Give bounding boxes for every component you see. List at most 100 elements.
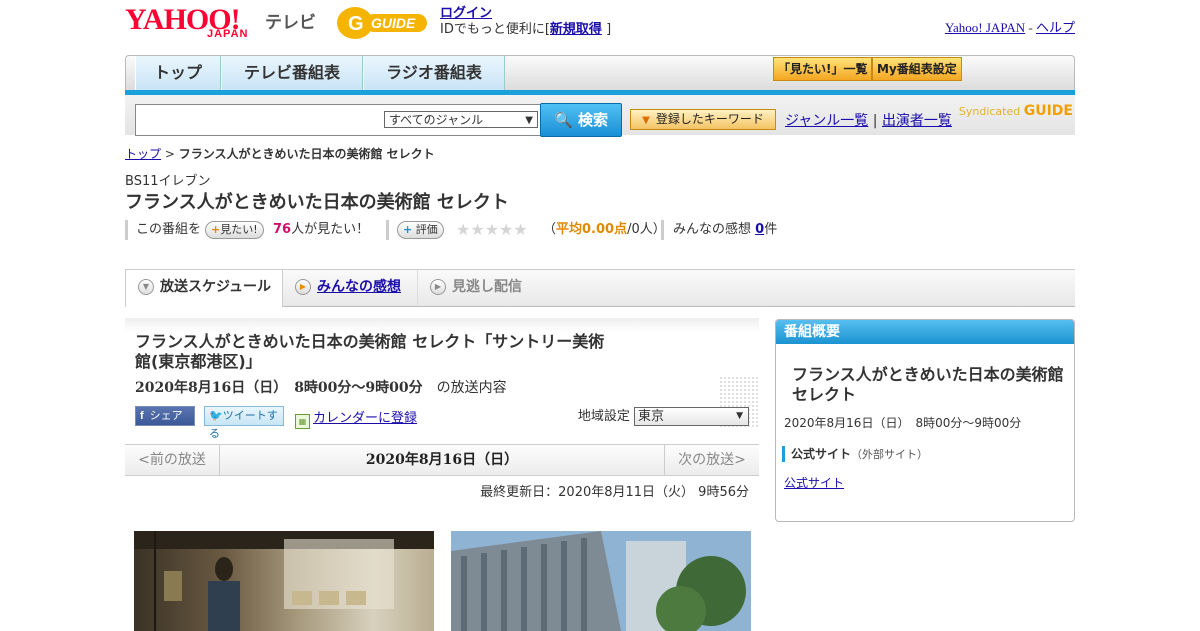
- program-summary-title: フランス人がときめいた日本の美術館 セレクト: [792, 365, 1064, 404]
- channel-name: BS11イレブン: [125, 174, 211, 189]
- nav-tab-tv-schedule[interactable]: テレビ番組表: [221, 56, 363, 90]
- program-summary-heading: 番組概要: [776, 320, 1074, 344]
- tab-schedule[interactable]: ▼ 放送スケジュール: [125, 270, 283, 307]
- current-broadcast-date: 2020年8月16日（日）: [365, 452, 519, 468]
- page-title: フランス人がときめいた日本の美術館 セレクト: [125, 192, 509, 213]
- breadcrumb-top-link[interactable]: トップ: [125, 147, 161, 161]
- region-setting: 地域設定 東京 ▼: [578, 405, 749, 426]
- plus-icon: +: [403, 223, 413, 236]
- yahoo-japan-link[interactable]: Yahoo! JAPAN: [945, 20, 1025, 35]
- average-rating: （平均0.00点/0人）: [543, 220, 666, 240]
- chevron-down-icon: ▼: [736, 411, 743, 421]
- syndicated-badge: Syndicated GUIDE: [959, 103, 1073, 119]
- search-links: ジャンル一覧 | 出演者一覧: [785, 110, 952, 130]
- stats-divider: [386, 220, 389, 240]
- region-select[interactable]: 東京 ▼: [634, 407, 749, 426]
- stats-divider: [125, 220, 128, 240]
- next-broadcast-button[interactable]: 次の放送>: [664, 445, 759, 475]
- genre-list-link[interactable]: ジャンル一覧: [785, 113, 868, 129]
- program-tabs: ▼ 放送スケジュール ▶ みんなの感想 ▶ 見逃し配信: [125, 269, 1075, 307]
- syndicated-label: Syndicated: [958, 105, 1021, 118]
- register-link[interactable]: 新規取得: [550, 22, 602, 37]
- gguide-logo-text: GUIDE: [371, 15, 416, 31]
- program-photo-building: [451, 531, 751, 631]
- official-site-title: 公式サイト: [791, 447, 852, 461]
- tab-missed[interactable]: ▶ 見逃し配信: [417, 270, 552, 306]
- facebook-share-button[interactable]: f シェア: [135, 406, 195, 426]
- average-score: 平均0.00点: [556, 222, 628, 237]
- program-summary-panel: 番組概要 フランス人がときめいた日本の美術館 セレクト 2020年8月16日（日…: [775, 319, 1075, 522]
- search-bar: すべてのジャンル ▼ 🔍 検索 ▼ 登録したキーワード ジャンル一覧 | 出演者一…: [125, 95, 1075, 137]
- facebook-icon: f: [140, 410, 144, 422]
- top-links: Yahoo! JAPAN - ヘルプ: [945, 17, 1075, 36]
- help-link[interactable]: ヘルプ: [1036, 20, 1075, 35]
- svg-text:G: G: [348, 13, 364, 35]
- rate-button[interactable]: + 評価: [397, 221, 444, 239]
- genre-select[interactable]: すべてのジャンル ▼: [384, 111, 538, 128]
- main-nav: トップ テレビ番組表 ラジオ番組表 「見たい!」一覧 My番組表設定: [125, 55, 1075, 91]
- want-to-watch-button[interactable]: +見たい!: [205, 221, 264, 239]
- official-site-heading: 公式サイト（外部サイト）: [782, 446, 928, 462]
- tab-missed-label: 見逃し配信: [452, 279, 522, 295]
- tv-label[interactable]: テレビ: [265, 8, 316, 33]
- breadcrumb-sep: >: [164, 147, 175, 161]
- login-sub-suffix: ]: [606, 22, 612, 37]
- yahoo-japan-label: JAPAN: [207, 28, 249, 40]
- twitter-icon: 🐦: [209, 409, 223, 422]
- my-schedule-button[interactable]: My番組表設定: [872, 57, 962, 81]
- breadcrumb-current: フランス人がときめいた日本の美術館 セレクト: [178, 147, 435, 161]
- search-button[interactable]: 🔍 検索: [540, 103, 622, 137]
- official-site-subtitle: （外部サイト）: [851, 448, 929, 461]
- episode-datetime: 2020年8月16日（日） 8時00分～9時00分 の放送内容: [135, 377, 507, 397]
- program-stats: この番組を +見たい! 76人が見たい！ + 評価 ★★★★★ （平均0.00点…: [125, 220, 1075, 240]
- want-to-watch-label: 見たい!: [220, 223, 258, 236]
- prev-broadcast-button[interactable]: <前の放送: [125, 445, 220, 475]
- search-links-sep: |: [872, 113, 878, 129]
- calendar-icon: ▦: [295, 414, 310, 429]
- top-links-separator: -: [1028, 20, 1033, 35]
- registered-keyword-button[interactable]: ▼ 登録したキーワード: [630, 109, 776, 130]
- last-updated: 最終更新日：2020年8月11日（火） 9時56分: [480, 485, 749, 500]
- chevron-down-icon: ▼: [138, 279, 154, 295]
- play-icon: ▶: [295, 279, 311, 295]
- impressions-summary: みんなの感想 0件: [673, 220, 777, 240]
- facebook-share-label: シェア: [149, 409, 183, 422]
- episode-title: フランス人がときめいた日本の美術館 セレクト「サントリー美術館(東京都港区)」: [135, 332, 605, 371]
- region-select-value: 東京: [638, 409, 665, 424]
- want-count: 76: [273, 222, 292, 237]
- impressions-count-link[interactable]: 0: [755, 222, 764, 237]
- official-site-link[interactable]: 公式サイト: [784, 474, 844, 491]
- museum-interior-image: [134, 531, 434, 631]
- episode-header: フランス人がときめいた日本の美術館 セレクト「サントリー美術館(東京都港区)」 …: [125, 318, 759, 440]
- program-photo-museum-interior: [134, 531, 434, 631]
- calendar-register-link[interactable]: カレンダーに登録: [313, 411, 417, 426]
- search-button-label: 検索: [577, 111, 608, 129]
- calendar-register[interactable]: ▦ カレンダーに登録: [295, 407, 417, 429]
- region-label: 地域設定: [577, 409, 630, 424]
- tweet-button[interactable]: 🐦ツイートする: [204, 406, 284, 440]
- gguide-logo: G GUIDE: [337, 7, 427, 39]
- average-open: （: [543, 222, 557, 237]
- registered-keyword-label: 登録したキーワード: [655, 112, 764, 126]
- triangle-down-icon: ▼: [642, 115, 650, 126]
- this-program-label: この番組を: [136, 222, 202, 237]
- cast-list-link[interactable]: 出演者一覧: [882, 113, 952, 129]
- episode-datetime-suffix: の放送内容: [436, 380, 507, 396]
- nav-tab-radio-schedule[interactable]: ラジオ番組表: [363, 56, 505, 90]
- nav-tab-top[interactable]: トップ: [135, 56, 221, 90]
- rate-label: 評価: [415, 223, 438, 236]
- rating-stars: ★★★★★: [456, 220, 528, 239]
- episode-datetime-value: 2020年8月16日（日） 8時00分～9時00分: [135, 380, 423, 396]
- breadcrumb: トップ > フランス人がときめいた日本の美術館 セレクト: [125, 145, 435, 162]
- search-icon: 🔍: [554, 111, 573, 129]
- want-count-text: 76人が見たい！: [273, 220, 369, 240]
- login-link[interactable]: ログイン: [440, 6, 492, 21]
- tab-schedule-label: 放送スケジュール: [160, 279, 272, 295]
- want-list-button[interactable]: 「見たい!」一覧: [773, 57, 873, 81]
- tab-impressions[interactable]: ▶ みんなの感想: [283, 270, 417, 306]
- average-people: /0人）: [627, 222, 666, 237]
- chevron-down-icon: ▼: [525, 115, 533, 126]
- building-exterior-image: [451, 531, 751, 631]
- impressions-label: みんなの感想: [673, 222, 752, 237]
- login-sub-prefix: IDでもっと便利に[: [440, 22, 550, 37]
